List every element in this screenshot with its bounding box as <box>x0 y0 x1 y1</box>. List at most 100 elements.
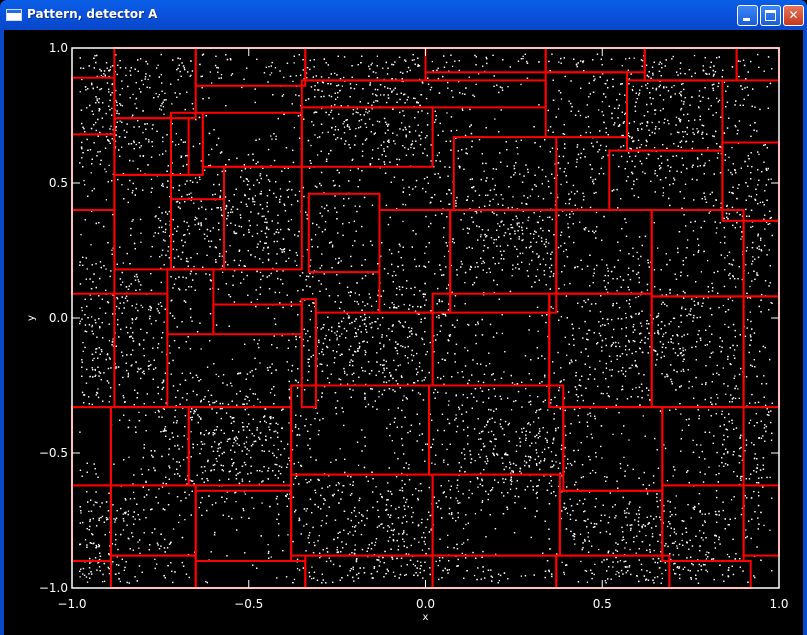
scatter-point <box>369 118 371 120</box>
scatter-point <box>651 121 653 124</box>
scatter-point <box>168 345 171 347</box>
scatter-point <box>303 525 305 527</box>
scatter-point <box>474 513 477 515</box>
scatter-point <box>352 244 354 247</box>
app-window-icon[interactable] <box>6 9 22 21</box>
scatter-point <box>136 317 138 319</box>
scatter-point <box>475 83 477 85</box>
scatter-point <box>365 111 367 113</box>
scatter-point <box>724 323 726 326</box>
scatter-point <box>507 86 509 88</box>
scatter-point <box>626 512 628 514</box>
scatter-point <box>102 126 104 128</box>
scatter-point <box>152 337 155 339</box>
scatter-point <box>751 442 753 444</box>
scatter-point <box>218 375 220 378</box>
scatter-point <box>128 456 130 458</box>
scatter-point <box>616 290 618 292</box>
window-title: Pattern, detector A <box>27 7 158 21</box>
scatter-point <box>405 287 408 290</box>
scatter-point <box>457 490 460 492</box>
scatter-point <box>472 200 474 202</box>
scatter-point <box>594 563 596 565</box>
scatter-point <box>721 410 723 412</box>
scatter-point <box>254 201 256 203</box>
scatter-point <box>268 426 270 428</box>
scatter-point <box>418 366 421 368</box>
scatter-point <box>512 219 514 221</box>
scatter-point <box>140 232 142 234</box>
scatter-point <box>595 211 598 214</box>
scatter-point <box>431 443 434 445</box>
scatter-point <box>354 327 356 329</box>
scatter-point <box>79 320 81 322</box>
scatter-point <box>492 198 494 200</box>
scatter-point <box>737 187 739 189</box>
scatter-point <box>537 330 539 332</box>
scatter-point <box>730 263 732 265</box>
scatter-point <box>127 510 130 512</box>
scatter-point <box>752 225 754 228</box>
scatter-point <box>244 493 246 495</box>
scatter-point <box>375 300 378 302</box>
minimize-button[interactable] <box>737 5 758 26</box>
title-bar[interactable]: Pattern, detector A ✕ <box>0 0 807 30</box>
scatter-point <box>418 434 421 436</box>
scatter-point <box>265 66 267 68</box>
scatter-point <box>749 419 752 421</box>
scatter-point <box>435 560 437 562</box>
scatter-point <box>616 570 618 573</box>
scatter-point <box>125 74 127 77</box>
scatter-point <box>468 76 470 78</box>
scatter-point <box>277 423 279 425</box>
scatter-point <box>666 480 669 482</box>
scatter-point <box>579 114 582 117</box>
scatter-point <box>712 135 714 137</box>
scatter-point <box>539 215 541 218</box>
scatter-point <box>178 143 180 145</box>
scatter-point <box>522 57 524 60</box>
scatter-point <box>383 344 385 346</box>
scatter-point <box>399 245 401 247</box>
scatter-point <box>341 333 343 335</box>
close-button[interactable]: ✕ <box>783 5 804 26</box>
scatter-point <box>653 549 655 552</box>
scatter-point <box>690 517 692 519</box>
scatter-point <box>261 502 263 504</box>
minimize-icon <box>743 18 750 21</box>
scatter-point <box>680 370 682 372</box>
scatter-point <box>455 497 457 499</box>
maximize-button[interactable] <box>760 5 781 26</box>
scatter-point <box>358 347 360 349</box>
scatter-point <box>194 177 197 179</box>
scatter-point <box>738 455 740 457</box>
scatter-point <box>707 147 709 149</box>
scatter-point <box>357 464 360 466</box>
scatter-point <box>194 224 196 226</box>
scatter-point <box>715 232 717 234</box>
scatter-point <box>463 542 465 544</box>
scatter-point <box>745 529 747 531</box>
scatter-point <box>377 147 379 149</box>
scatter-point <box>456 487 458 489</box>
scatter-point <box>499 245 501 247</box>
scatter-point <box>646 289 649 291</box>
scatter-point <box>413 59 415 61</box>
scatter-point <box>672 569 675 571</box>
scatter-point <box>287 369 290 371</box>
scatter-point <box>633 323 635 326</box>
scatter-point <box>626 300 628 302</box>
scatter-point <box>564 168 566 170</box>
scatter-point <box>615 573 617 576</box>
scatter-point <box>132 93 134 96</box>
scatter-point <box>482 443 484 445</box>
scatter-point <box>129 498 132 500</box>
scatter-point <box>296 264 298 267</box>
scatter-point <box>676 545 678 547</box>
scatter-point <box>293 127 295 129</box>
scatter-point <box>700 271 702 273</box>
scatter-point <box>735 286 737 288</box>
scatter-point <box>689 310 691 312</box>
scatter-point <box>527 219 529 222</box>
scatter-point <box>194 216 197 218</box>
